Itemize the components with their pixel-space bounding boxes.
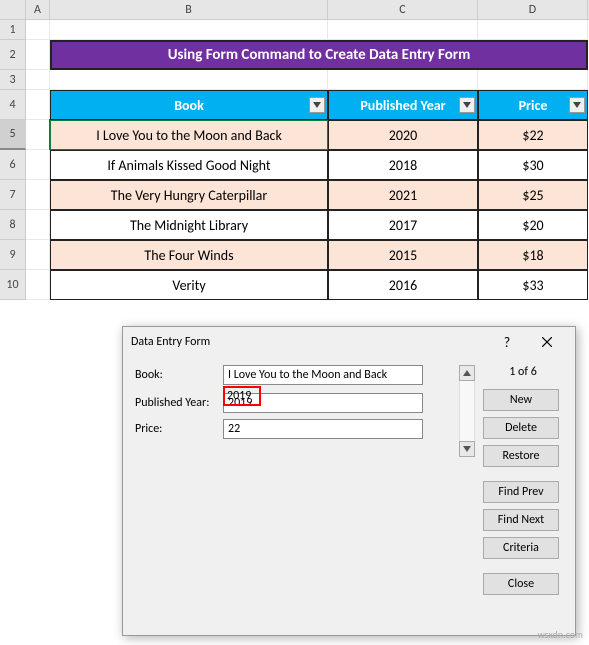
cell-B1[interactable] xyxy=(50,20,328,40)
scroll-down-icon[interactable] xyxy=(459,441,475,457)
row-header-9[interactable]: 9 xyxy=(0,240,26,270)
filter-icon[interactable] xyxy=(569,97,585,113)
label-book: Book: xyxy=(135,368,223,382)
cell-year-4[interactable]: 2017 xyxy=(328,210,478,240)
cell-book-4[interactable]: The Midnight Library xyxy=(50,210,328,240)
filter-icon[interactable] xyxy=(309,97,325,113)
data-entry-form-dialog: Data Entry Form ? Book: Published Year: … xyxy=(122,326,576,636)
cell-C1[interactable] xyxy=(328,20,478,40)
criteria-button[interactable]: Criteria xyxy=(483,537,559,559)
header-label: Price xyxy=(519,97,548,114)
filter-icon[interactable] xyxy=(459,97,475,113)
year-highlight: 2019 xyxy=(224,387,260,405)
cell-A9[interactable] xyxy=(26,240,50,270)
cell-A8[interactable] xyxy=(26,210,50,240)
cell-year-2[interactable]: 2018 xyxy=(328,150,478,180)
cell-A2[interactable] xyxy=(26,40,50,70)
cell-price-5[interactable]: $18 xyxy=(478,240,588,270)
cell-year-3[interactable]: 2021 xyxy=(328,180,478,210)
row-header-4[interactable]: 4 xyxy=(0,90,26,120)
cell-price-1[interactable]: $22 xyxy=(478,120,588,150)
find-prev-button[interactable]: Find Prev xyxy=(483,481,559,503)
cell-year-6[interactable]: 2016 xyxy=(328,270,478,300)
cell-A3[interactable] xyxy=(26,70,50,90)
row-header-2[interactable]: 2 xyxy=(0,40,26,70)
cell-A6[interactable] xyxy=(26,150,50,180)
watermark: wsxdn.com xyxy=(538,628,583,641)
cell-D3[interactable] xyxy=(478,70,588,90)
header-label: Book xyxy=(174,97,204,114)
close-button[interactable]: Close xyxy=(483,573,559,595)
col-header-A[interactable]: A xyxy=(26,0,50,19)
scroll-up-icon[interactable] xyxy=(459,365,475,381)
cell-price-2[interactable]: $30 xyxy=(478,150,588,180)
restore-button[interactable]: Restore xyxy=(483,445,559,467)
label-year: Published Year: xyxy=(135,396,223,410)
table-header-price[interactable]: Price xyxy=(478,90,588,120)
scroll-track[interactable] xyxy=(459,381,475,441)
form-fields: Book: Published Year: 2019 Price: xyxy=(135,365,453,601)
cell-book-3[interactable]: The Very Hungry Caterpillar xyxy=(50,180,328,210)
dialog-buttons: 1 of 6 New Delete Restore Find Prev Find… xyxy=(483,365,563,601)
cell-year-5[interactable]: 2015 xyxy=(328,240,478,270)
close-icon[interactable] xyxy=(527,328,567,356)
cell-year-1[interactable]: 2020 xyxy=(328,120,478,150)
delete-button[interactable]: Delete xyxy=(483,417,559,439)
cell-C3[interactable] xyxy=(328,70,478,90)
label-price: Price: xyxy=(135,422,223,436)
record-scrollbar[interactable] xyxy=(459,365,477,601)
cell-A7[interactable] xyxy=(26,180,50,210)
cell-book-1[interactable]: I Love You to the Moon and Back xyxy=(50,120,328,150)
row-header-5[interactable]: 5 xyxy=(0,120,26,150)
cell-price-6[interactable]: $33 xyxy=(478,270,588,300)
row-header-1[interactable]: 1 xyxy=(0,20,26,40)
header-label: Published Year xyxy=(360,97,445,114)
col-header-B[interactable]: B xyxy=(50,0,328,19)
cell-price-4[interactable]: $20 xyxy=(478,210,588,240)
find-next-button[interactable]: Find Next xyxy=(483,509,559,531)
cell-A4[interactable] xyxy=(26,90,50,120)
cell-price-3[interactable]: $25 xyxy=(478,180,588,210)
row-header-7[interactable]: 7 xyxy=(0,180,26,210)
row-header-3[interactable]: 3 xyxy=(0,70,26,90)
input-price[interactable] xyxy=(223,419,423,439)
cell-book-5[interactable]: The Four Winds xyxy=(50,240,328,270)
input-book[interactable] xyxy=(223,365,423,385)
cell-A1[interactable] xyxy=(26,20,50,40)
row-header-10[interactable]: 10 xyxy=(0,270,26,300)
new-button[interactable]: New xyxy=(483,389,559,411)
row-header-6[interactable]: 6 xyxy=(0,150,26,180)
table-header-book[interactable]: Book xyxy=(50,90,328,120)
column-header-row: A B C D xyxy=(0,0,589,20)
cell-B3[interactable] xyxy=(50,70,328,90)
cell-D1[interactable] xyxy=(478,20,588,40)
spreadsheet-grid: A B C D 1 2 Using Form Command to Create… xyxy=(0,0,589,300)
cell-A5[interactable] xyxy=(26,120,50,150)
select-all-corner[interactable] xyxy=(0,0,26,19)
cell-A10[interactable] xyxy=(26,270,50,300)
cell-book-2[interactable]: If Animals Kissed Good Night xyxy=(50,150,328,180)
table-header-year[interactable]: Published Year xyxy=(328,90,478,120)
col-header-C[interactable]: C xyxy=(328,0,478,19)
dialog-titlebar[interactable]: Data Entry Form ? xyxy=(123,327,575,357)
title-banner[interactable]: Using Form Command to Create Data Entry … xyxy=(50,40,588,70)
row-header-8[interactable]: 8 xyxy=(0,210,26,240)
dialog-title: Data Entry Form xyxy=(131,335,487,349)
col-header-D[interactable]: D xyxy=(478,0,588,19)
cell-book-6[interactable]: Verity xyxy=(50,270,328,300)
help-button[interactable]: ? xyxy=(487,328,527,356)
record-counter: 1 of 6 xyxy=(483,365,563,379)
